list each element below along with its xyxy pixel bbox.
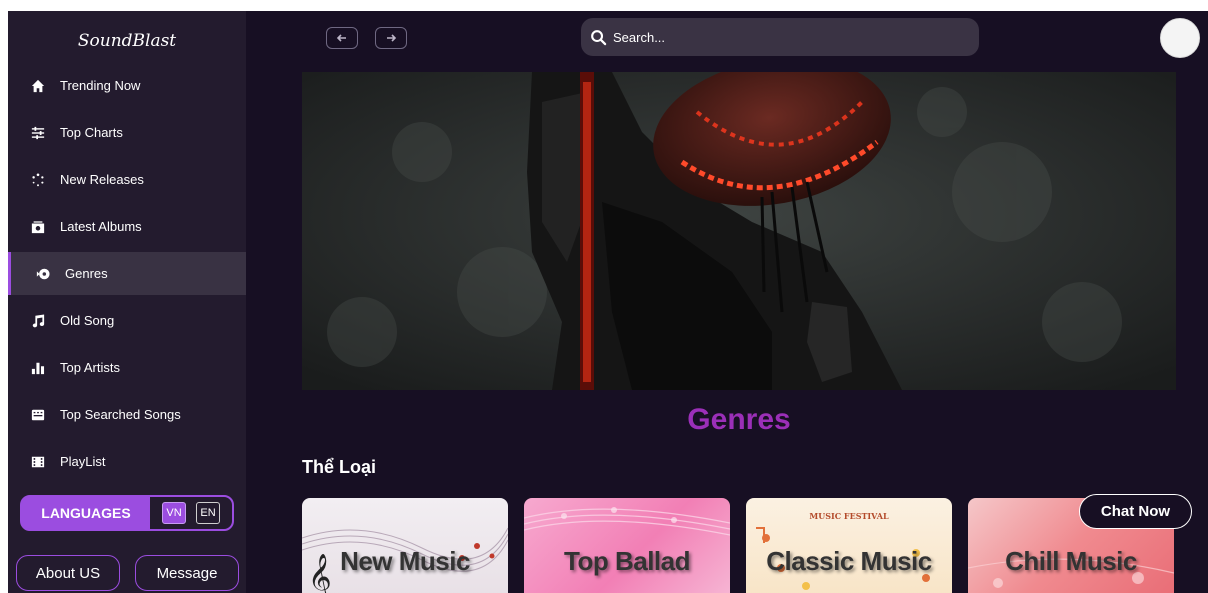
app-window: SoundBlast Trending Now Top Charts New R… xyxy=(8,11,1208,593)
sidebar-item-old-song[interactable]: Old Song xyxy=(8,299,246,342)
sidebar: SoundBlast Trending Now Top Charts New R… xyxy=(8,11,246,593)
avatar[interactable] xyxy=(1160,18,1200,58)
app-logo[interactable]: SoundBlast xyxy=(8,31,246,51)
message-button[interactable]: Message xyxy=(135,555,239,591)
genres-icon xyxy=(35,266,51,282)
sidebar-item-label: Latest Albums xyxy=(60,219,142,234)
sidebar-item-trending-now[interactable]: Trending Now xyxy=(8,64,246,107)
forward-button[interactable] xyxy=(375,27,407,49)
section-title: Thể Loại xyxy=(302,457,377,477)
banner-image xyxy=(302,72,1176,390)
genre-card-label: New Music xyxy=(340,546,470,576)
sidebar-item-label: New Releases xyxy=(60,172,144,187)
genre-card-classic-music[interactable]: MUSIC FESTIVAL Classic Music xyxy=(746,498,952,593)
bar-chart-icon xyxy=(30,360,46,376)
sidebar-item-label: Top Charts xyxy=(60,125,123,140)
music-note-icon xyxy=(30,313,46,329)
about-us-button[interactable]: About US xyxy=(16,555,120,591)
arrow-left-icon xyxy=(336,34,346,42)
language-vn-button[interactable]: VN xyxy=(162,502,186,524)
genre-card-top-ballad[interactable]: Top Ballad xyxy=(524,498,730,593)
sidebar-item-playlist[interactable]: PlayList xyxy=(8,440,246,483)
genre-card-label: Classic Music xyxy=(766,546,932,576)
sidebar-item-latest-albums[interactable]: Latest Albums xyxy=(8,205,246,248)
sidebar-item-top-searched-songs[interactable]: Top Searched Songs xyxy=(8,393,246,436)
page-title: Genres xyxy=(687,403,791,436)
hero-banner xyxy=(302,72,1176,390)
album-icon xyxy=(30,219,46,235)
sidebar-item-label: Trending Now xyxy=(60,78,141,93)
arrow-right-icon xyxy=(387,34,397,42)
spinner-icon xyxy=(30,172,46,188)
sidebar-item-label: Top Searched Songs xyxy=(60,407,181,422)
language-en-button[interactable]: EN xyxy=(196,502,220,524)
genre-card-label: Top Ballad xyxy=(564,546,690,576)
sidebar-item-top-artists[interactable]: Top Artists xyxy=(8,346,246,389)
search-input[interactable] xyxy=(613,29,953,45)
sidebar-item-new-releases[interactable]: New Releases xyxy=(8,158,246,201)
genre-card-label: Chill Music xyxy=(1005,546,1137,576)
languages-switcher: LANGUAGES VN EN xyxy=(20,495,234,531)
sidebar-item-genres[interactable]: Genres xyxy=(8,252,246,295)
languages-label: LANGUAGES xyxy=(22,497,150,529)
search-bar xyxy=(581,18,979,56)
back-button[interactable] xyxy=(326,27,358,49)
sidebar-item-label: Old Song xyxy=(60,313,115,328)
sidebar-item-label: Top Artists xyxy=(60,360,120,375)
film-icon xyxy=(30,454,46,470)
sliders-icon xyxy=(30,125,46,141)
keyboard-icon xyxy=(30,407,46,423)
sidebar-item-label: PlayList xyxy=(60,454,106,469)
genre-card-new-music[interactable]: 𝄞 New Music xyxy=(302,498,508,593)
sidebar-item-label: Genres xyxy=(65,266,108,281)
chat-now-button[interactable]: Chat Now xyxy=(1079,494,1192,529)
language-options: VN EN xyxy=(150,497,232,529)
sidebar-item-top-charts[interactable]: Top Charts xyxy=(8,111,246,154)
search-icon xyxy=(589,28,607,46)
home-icon xyxy=(30,78,46,94)
